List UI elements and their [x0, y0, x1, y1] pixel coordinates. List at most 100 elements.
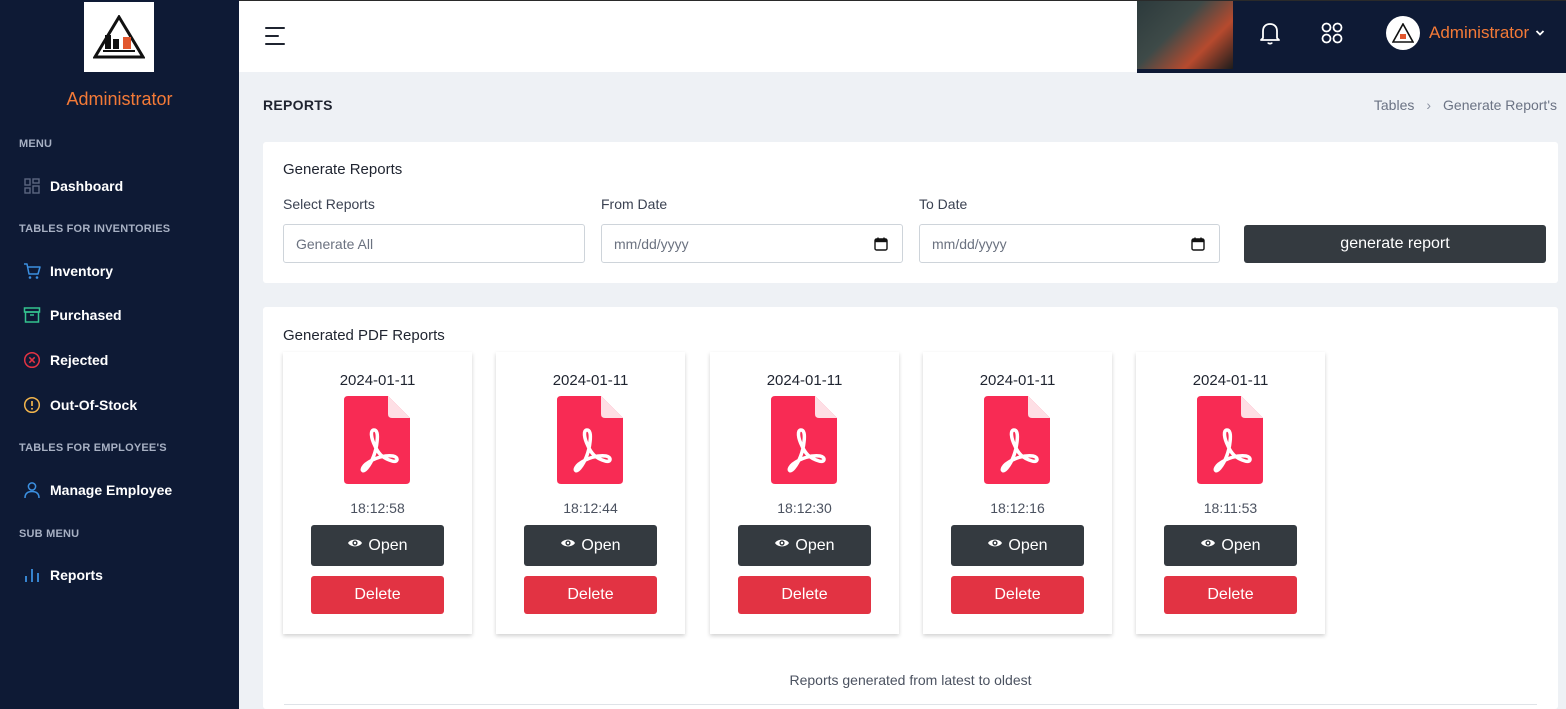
- open-report-button[interactable]: Open: [311, 525, 444, 566]
- sidebar-item-out-of-stock[interactable]: Out-Of-Stock: [22, 393, 137, 417]
- sidebar-item-label: Manage Employee: [50, 482, 173, 498]
- report-date: 2024-01-11: [1192, 372, 1269, 389]
- reports-footnote: Reports generated from latest to oldest: [789, 672, 1032, 688]
- report-time: 18:12:58: [350, 500, 405, 516]
- top-navbar: Administrator: [239, 0, 1566, 73]
- open-label: Open: [581, 536, 621, 554]
- generate-report-button[interactable]: generate report: [1244, 225, 1546, 263]
- generate-reports-title: Generate Reports: [283, 161, 403, 178]
- sidebar-item-manage-employee[interactable]: Manage Employee: [22, 478, 172, 502]
- report-time: 18:12:30: [777, 500, 832, 516]
- to-date-label: To Date: [919, 196, 968, 212]
- report-time: 18:12:16: [990, 500, 1045, 516]
- from-date-field[interactable]: mm/dd/yyyy: [601, 224, 903, 263]
- report-date: 2024-01-11: [339, 372, 416, 389]
- generate-reports-card: Generate Reports Select Reports Generate…: [263, 142, 1558, 283]
- x-circle-icon: [22, 350, 42, 370]
- to-date-placeholder: mm/dd/yyyy: [932, 235, 1007, 252]
- chevron-down-icon: [1536, 30, 1545, 36]
- topbar-user-area: Administrator: [1137, 1, 1566, 73]
- sidebar-section-menu: MENU: [19, 138, 53, 150]
- sidebar-item-label: Inventory: [50, 263, 114, 279]
- user-menu-name: Administrator: [1429, 23, 1530, 42]
- pdf-file-icon[interactable]: [984, 396, 1050, 484]
- select-reports-label: Select Reports: [283, 196, 375, 212]
- sidebar-item-inventory[interactable]: Inventory: [22, 259, 113, 283]
- dashboard-icon: [22, 176, 42, 196]
- sidebar-item-label: Dashboard: [50, 178, 124, 194]
- sidebar-item-reports[interactable]: Reports: [22, 563, 103, 587]
- divider: [284, 704, 1537, 705]
- logo[interactable]: [84, 2, 154, 72]
- delete-report-button[interactable]: Delete: [524, 576, 657, 614]
- select-reports-field[interactable]: Generate All: [283, 224, 585, 263]
- pdf-file-icon[interactable]: [557, 396, 623, 484]
- pdf-file-icon[interactable]: [1197, 396, 1263, 484]
- report-time: 18:12:44: [563, 500, 618, 516]
- breadcrumb-current: Generate Report's: [1443, 97, 1557, 113]
- open-label: Open: [1008, 536, 1048, 554]
- open-label: Open: [795, 536, 835, 554]
- bar-chart-icon: [22, 565, 42, 585]
- apps-grid-icon[interactable]: [1320, 21, 1344, 45]
- sidebar-user-name: Administrator: [66, 89, 173, 109]
- pdf-file-icon[interactable]: [771, 396, 837, 484]
- user-icon: [22, 480, 42, 500]
- sidebar-item-label: Out-Of-Stock: [50, 397, 138, 413]
- pdf-file-icon[interactable]: [344, 396, 410, 484]
- sidebar-item-label: Reports: [50, 567, 103, 583]
- calendar-icon[interactable]: [874, 237, 888, 251]
- calendar-icon[interactable]: [1191, 237, 1205, 251]
- page-title: REPORTS: [263, 97, 333, 113]
- from-date-label: From Date: [601, 196, 668, 212]
- report-card: 2024-01-11 18:12:30 Open Delete: [710, 352, 899, 634]
- logo-icon: [93, 15, 145, 59]
- eye-icon: [1201, 539, 1216, 546]
- breadcrumb-separator-icon: ›: [1426, 97, 1432, 113]
- report-card: 2024-01-11 18:11:53 Open Delete: [1136, 352, 1325, 634]
- avatar-logo-icon: [1392, 23, 1414, 43]
- report-date: 2024-01-11: [979, 372, 1056, 389]
- to-date-field[interactable]: mm/dd/yyyy: [919, 224, 1220, 263]
- alert-circle-icon: [22, 395, 42, 415]
- eye-icon: [561, 539, 576, 546]
- open-label: Open: [1221, 536, 1261, 554]
- bell-icon[interactable]: [1258, 20, 1282, 46]
- report-card: 2024-01-11 18:12:58 Open Delete: [283, 352, 472, 634]
- select-reports-value: Generate All: [296, 235, 374, 252]
- header-photo: [1137, 1, 1233, 69]
- report-date: 2024-01-11: [552, 372, 629, 389]
- sidebar-section-employees: TABLES FOR EMPLOYEE'S: [19, 442, 167, 454]
- delete-report-button[interactable]: Delete: [951, 576, 1084, 614]
- breadcrumb-tables[interactable]: Tables: [1374, 97, 1414, 113]
- archive-icon: [22, 305, 42, 325]
- user-menu[interactable]: Administrator: [1429, 23, 1545, 43]
- report-card: 2024-01-11 18:12:16 Open Delete: [923, 352, 1112, 634]
- open-report-button[interactable]: Open: [951, 525, 1084, 566]
- menu-toggle-icon[interactable]: [265, 26, 287, 46]
- eye-icon: [348, 539, 363, 546]
- sidebar-item-rejected[interactable]: Rejected: [22, 348, 108, 372]
- open-report-button[interactable]: Open: [738, 525, 871, 566]
- generated-reports-title: Generated PDF Reports: [283, 327, 445, 344]
- cart-icon: [22, 261, 42, 281]
- delete-report-button[interactable]: Delete: [738, 576, 871, 614]
- delete-report-button[interactable]: Delete: [1164, 576, 1297, 614]
- report-time: 18:11:53: [1203, 500, 1258, 516]
- breadcrumb: Tables › Generate Report's: [1374, 97, 1557, 113]
- eye-icon: [775, 539, 790, 546]
- open-label: Open: [368, 536, 408, 554]
- sidebar-section-submenu: SUB MENU: [19, 528, 80, 540]
- report-card: 2024-01-11 18:12:44 Open Delete: [496, 352, 685, 634]
- open-report-button[interactable]: Open: [1164, 525, 1297, 566]
- open-report-button[interactable]: Open: [524, 525, 657, 566]
- sidebar-item-label: Rejected: [50, 352, 109, 368]
- report-date: 2024-01-11: [766, 372, 843, 389]
- delete-report-button[interactable]: Delete: [311, 576, 444, 614]
- sidebar: Administrator MENU Dashboard TABLES FOR …: [0, 0, 239, 709]
- sidebar-item-dashboard[interactable]: Dashboard: [22, 174, 123, 198]
- sidebar-item-purchased[interactable]: Purchased: [22, 303, 122, 327]
- sidebar-section-inventories: TABLES FOR INVENTORIES: [19, 223, 171, 235]
- avatar[interactable]: [1386, 16, 1420, 50]
- from-date-placeholder: mm/dd/yyyy: [614, 235, 689, 252]
